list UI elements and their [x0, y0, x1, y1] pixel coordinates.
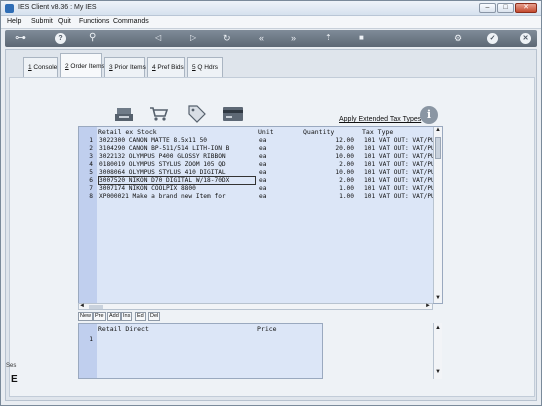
col-header-stock: Retail ex Stock	[98, 128, 157, 136]
scroll-left-icon[interactable]: ◄	[79, 303, 85, 309]
maximize-button[interactable]: □	[497, 3, 514, 13]
confirm-icon[interactable]: ✓	[487, 33, 498, 44]
up-icon[interactable]: ⇡	[325, 31, 332, 45]
scroll-thumb[interactable]	[435, 137, 441, 159]
info-icon[interactable]: i	[420, 106, 438, 124]
scroll-up-icon[interactable]: ▲	[435, 127, 441, 133]
first-icon[interactable]: «	[259, 31, 264, 45]
menu-functions[interactable]: Functions	[79, 18, 109, 25]
back-icon[interactable]: ◁	[155, 31, 161, 45]
grid-horizontal-scrollbar[interactable]: ◄ ►	[78, 303, 433, 310]
close-icon[interactable]: ✕	[520, 33, 531, 44]
refresh-icon[interactable]: ↻	[223, 31, 231, 45]
col-header-quantity: Quantity	[303, 128, 335, 136]
table-row[interactable]: 5 3008064 OLYMPUS STYLUS 410 DIGITAL ea …	[79, 169, 435, 177]
row-number-gutter	[79, 324, 97, 378]
lower-vertical-scrollbar[interactable]: ▲ ▼	[433, 323, 442, 379]
menu-quit[interactable]: Quit	[58, 18, 71, 25]
app-window: IES Client v8.36 : My IES – □ ✕ Help Sub…	[0, 0, 542, 406]
price-tag-icon[interactable]	[185, 104, 207, 124]
hscroll-thumb[interactable]	[89, 305, 103, 309]
menu-submit[interactable]: Submit	[31, 18, 53, 25]
tab-prior-items[interactable]: 3 Prior Items	[104, 57, 146, 77]
col-header-unit: Unit	[258, 128, 274, 136]
tab-strip: 1 Console 2 Order Items 3 Prior Items 4 …	[5, 51, 537, 78]
table-row[interactable]: 2 3104290 CANON BP-511/514 LITH-ION B ea…	[79, 145, 435, 153]
pre-row-button[interactable]: Pre	[93, 312, 106, 321]
minimize-button[interactable]: –	[479, 3, 496, 13]
menu-help[interactable]: Help	[7, 18, 21, 25]
scroll-right-icon[interactable]: ►	[425, 303, 431, 309]
stop-icon[interactable]: ■	[359, 31, 364, 45]
next-icon[interactable]: »	[291, 31, 296, 45]
close-window-button[interactable]: ✕	[515, 3, 537, 13]
search-icon[interactable]: ⚲	[89, 31, 96, 45]
grid-vertical-scrollbar[interactable]: ▲ ▼	[433, 127, 442, 303]
scroll-down-icon[interactable]: ▼	[435, 369, 441, 375]
menu-bar: Help Submit Quit Functions Commands	[1, 16, 541, 29]
settings-icon[interactable]: ⚙	[454, 31, 462, 45]
table-row[interactable]: 3 3022132 OLYMPUS P400 GLOSSY RIBBON ea …	[79, 153, 435, 161]
col-header-price: Price	[257, 325, 277, 333]
ins-row-button[interactable]: Ins	[121, 312, 133, 321]
delete-row-button[interactable]: Del	[148, 312, 161, 321]
card-icon[interactable]	[223, 107, 243, 121]
scroll-up-icon[interactable]: ▲	[435, 325, 441, 331]
window-title: IES Client v8.36 : My IES	[18, 4, 97, 11]
key-icon[interactable]: ⊶	[15, 31, 26, 45]
table-row[interactable]: 8 XP000021 Make a brand new Item for ea …	[79, 193, 435, 201]
order-items-grid: Retail ex Stock Unit Quantity Tax Type 1…	[78, 126, 443, 304]
apply-extended-tax-types-link[interactable]: Apply Extended Tax Types	[339, 116, 421, 123]
table-row[interactable]: 1 3022300 CANON MATTE 8.5x11 50 ea 12.00…	[79, 137, 435, 145]
side-panel-glyph: E	[11, 374, 18, 385]
col-header-tax-type: Tax Type	[362, 128, 394, 136]
retail-direct-grid: Retail Direct Price 1	[78, 323, 323, 379]
title-bar: IES Client v8.36 : My IES – □ ✕	[1, 1, 541, 16]
edit-row-button[interactable]: Ed	[135, 312, 146, 321]
add-row-button[interactable]: Add	[107, 312, 121, 321]
register-icon[interactable]	[115, 106, 133, 122]
new-row-button[interactable]: New	[78, 312, 94, 321]
tab-pref-bids[interactable]: 4 Pref Bids	[147, 57, 185, 77]
tab-console[interactable]: 1 Console	[23, 57, 58, 77]
side-panel-label: Ses	[6, 363, 17, 369]
table-row[interactable]: 4 0180019 OLYMPUS STYLUS ZOOM 105 QD ea …	[79, 161, 435, 169]
tab-q-hdrs[interactable]: 5 Q Hdrs	[187, 57, 223, 77]
forward-icon[interactable]: ▷	[190, 31, 196, 45]
table-row[interactable]: 7 3007174 NIKON COOLPIX 8800 ea 1.00 101…	[79, 185, 435, 193]
table-row-selected[interactable]: 6 3007520 NIKON D70 DIGITAL W/18-70DX ea…	[79, 176, 435, 185]
table-row[interactable]: 1	[79, 336, 322, 344]
cart-icon[interactable]	[149, 106, 169, 122]
scroll-down-icon[interactable]: ▼	[435, 295, 441, 301]
app-icon	[5, 4, 14, 13]
help-icon[interactable]: ?	[55, 33, 66, 44]
tab-order-items[interactable]: 2 Order Items	[60, 53, 105, 78]
main-toolbar: ⊶ ? ⚲ ◁ ▷ ↻ « » ⇡ ■ ⚙ ✓ ✕	[5, 30, 537, 47]
col-header-retail-direct: Retail Direct	[98, 325, 149, 333]
menu-commands[interactable]: Commands	[113, 18, 149, 25]
